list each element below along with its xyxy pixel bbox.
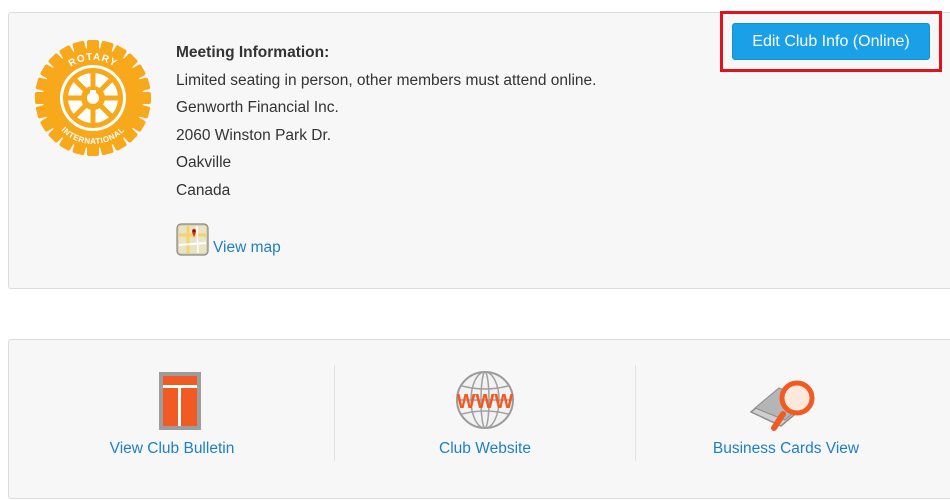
business-cards-search-icon	[749, 380, 815, 431]
business-cards-view-label: Business Cards View	[712, 440, 860, 457]
svg-text:WWW: WWW	[457, 391, 514, 413]
club-links-panel: View Club Bulletin WWW Club Website Busi…	[8, 339, 950, 499]
meeting-note: Limited seating in person, other members…	[176, 71, 597, 89]
club-website-link[interactable]: WWW Club Website	[335, 340, 635, 500]
view-map-label: View map	[213, 239, 281, 256]
meeting-address: 2060 Winston Park Dr.	[176, 126, 332, 144]
view-club-bulletin-label: View Club Bulletin	[109, 440, 235, 457]
rotary-logo: ROTARY INTERNATIONAL	[35, 40, 151, 156]
meeting-country: Canada	[176, 181, 231, 199]
meeting-details: Meeting Information: Limited seating in …	[176, 39, 596, 205]
business-cards-view-link[interactable]: Business Cards View	[636, 340, 936, 500]
meeting-venue: Genworth Financial Inc.	[176, 99, 339, 117]
view-map-link[interactable]: View map	[176, 223, 281, 256]
bulletin-icon	[159, 372, 201, 430]
club-website-label: Club Website	[439, 440, 531, 457]
meeting-title: Meeting Information:	[176, 44, 330, 61]
meeting-city: Oakville	[176, 154, 232, 172]
map-icon	[176, 223, 209, 256]
highlight-box: Edit Club Info (Online)	[720, 11, 942, 72]
edit-club-info-button[interactable]: Edit Club Info (Online)	[732, 23, 930, 60]
www-globe-icon: WWW	[456, 371, 514, 429]
view-club-bulletin-link[interactable]: View Club Bulletin	[9, 340, 335, 500]
